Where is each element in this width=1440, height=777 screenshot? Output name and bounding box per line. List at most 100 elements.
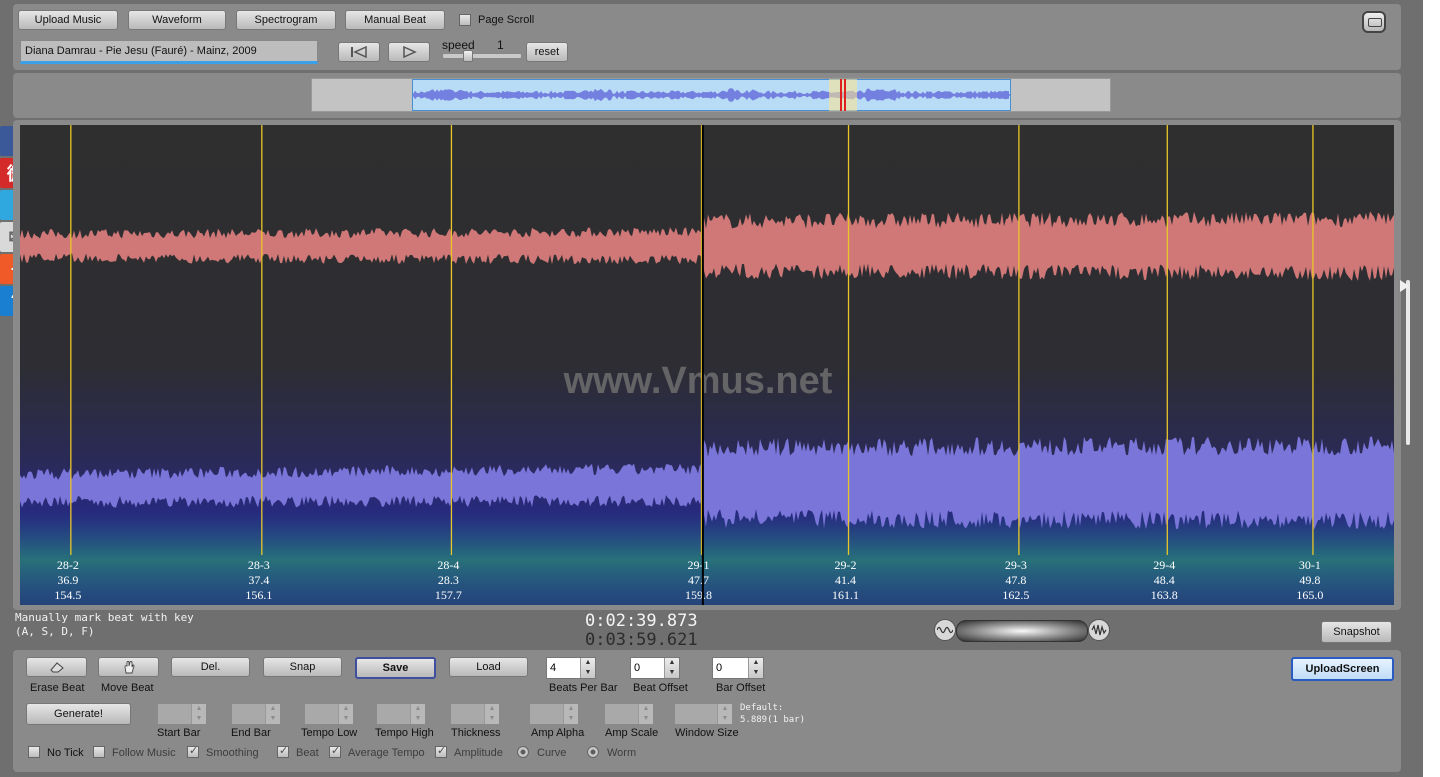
overview-waveform [413, 88, 1010, 102]
track-title: Diana Damrau - Pie Jesu (Fauré) - Mainz,… [25, 45, 257, 57]
viewer-scroll-handle-icon[interactable] [1400, 280, 1409, 292]
bar-offset-label: Bar Offset [716, 682, 766, 694]
move-beat-label: Move Beat [101, 682, 154, 694]
beat-tempo: 47.7 [688, 573, 709, 587]
amplitude-label: Amplitude [454, 747, 503, 759]
beat-tempo: 41.4 [835, 573, 856, 587]
thickness-label: Thickness [451, 727, 501, 739]
track-title-field[interactable]: Diana Damrau - Pie Jesu (Fauré) - Mainz,… [20, 40, 318, 64]
average-tempo-label: Average Tempo [348, 747, 425, 759]
beat-offset-label: Beat Offset [633, 682, 688, 694]
skip-start-icon [351, 46, 367, 58]
amp-scale-input[interactable]: ▲ ▼ [604, 703, 654, 725]
beat-time: 165.0 [1296, 588, 1323, 602]
curve-radio[interactable] [517, 746, 529, 758]
tempo-low-label: Tempo Low [301, 727, 358, 739]
end-bar-input[interactable]: ▲ ▼ [231, 703, 281, 725]
start-bar-label: Start Bar [157, 727, 201, 739]
volume-control[interactable] [934, 618, 1110, 642]
beat-time: 162.5 [1002, 588, 1029, 602]
hint-line-1: Manually mark beat with key [15, 611, 194, 624]
beat-tempo: 36.9 [57, 573, 78, 587]
beat-checkbox[interactable] [277, 744, 289, 758]
bar-offset-input[interactable]: 0 ▲ ▼ [712, 657, 764, 679]
move-beat-button[interactable] [98, 657, 159, 677]
manual-beat-button[interactable]: Manual Beat [345, 10, 445, 30]
amplitude-checkbox[interactable] [435, 744, 447, 758]
worm-radio[interactable] [587, 746, 599, 758]
amp-scale-label: Amp Scale [605, 727, 659, 739]
snap-button[interactable]: Snap [263, 657, 342, 677]
eraser-icon [49, 662, 64, 673]
beat-label: 29-4 [1153, 558, 1175, 572]
delete-button[interactable]: Del. [171, 657, 250, 677]
save-button[interactable]: Save [355, 657, 436, 679]
load-button[interactable]: Load [449, 657, 528, 677]
default-note-line-2: 5.889(1 bar) [740, 715, 806, 725]
beat-label: 28-4 [437, 558, 459, 572]
beat-label: 30-1 [1299, 558, 1321, 572]
speed-value: 1 [497, 38, 504, 52]
overview-track[interactable] [311, 78, 1111, 112]
no-tick-label: No Tick [47, 747, 84, 759]
beat-tempo: 49.8 [1299, 573, 1320, 587]
tempo-high-input[interactable]: ▲ ▼ [376, 703, 426, 725]
window-edge [1423, 0, 1440, 777]
generate-button[interactable]: Generate! [26, 703, 131, 725]
viewer-panel: www.Vmus.net 28-2 36.9 154.5 28-3 37.4 156.1 2… [13, 120, 1410, 610]
spectrogram-button[interactable]: Spectrogram [236, 10, 336, 30]
speed-slider[interactable] [442, 50, 522, 62]
follow-music-checkbox[interactable] [93, 746, 105, 758]
start-bar-input[interactable]: ▲ ▼ [157, 703, 207, 725]
erase-beat-button[interactable] [26, 657, 87, 677]
watermark: www.Vmus.net [563, 360, 833, 402]
overview-position-marker[interactable] [828, 79, 857, 111]
beat-time: 156.1 [245, 588, 272, 602]
hand-icon [124, 661, 134, 674]
beat-label: 29-3 [1005, 558, 1027, 572]
average-tempo-checkbox[interactable] [329, 744, 341, 758]
tempo-low-input[interactable]: ▲ ▼ [304, 703, 354, 725]
speed-slider-handle[interactable] [463, 50, 473, 62]
beat-time: 161.1 [832, 588, 859, 602]
play-icon [403, 46, 417, 58]
upload-screen-button[interactable]: UploadScreen [1291, 657, 1394, 681]
skip-to-start-button[interactable] [338, 42, 380, 62]
window-size-input[interactable]: ▲ ▼ [674, 703, 733, 725]
waveform-button[interactable]: Waveform [128, 10, 226, 30]
upload-music-button[interactable]: Upload Music [18, 10, 118, 30]
follow-music-label: Follow Music [112, 747, 176, 759]
beat-label: 28-2 [57, 558, 79, 572]
default-note-line-1: Default: [740, 703, 784, 713]
controls-panel: Erase Beat Move Beat Del. Snap Save Load… [13, 650, 1401, 772]
waveform-small-icon[interactable] [934, 619, 956, 641]
volume-slider[interactable] [956, 620, 1088, 642]
current-time: 0:02:39.873 [585, 611, 698, 631]
play-button[interactable] [388, 42, 430, 62]
beats-per-bar-input[interactable]: 4 ▲ ▼ [546, 657, 596, 679]
smoothing-checkbox[interactable] [187, 744, 199, 758]
beat-tempo: 48.4 [1154, 573, 1175, 587]
smoothing-label: Smoothing [206, 747, 259, 759]
end-bar-label: End Bar [231, 727, 271, 739]
beat-time: 163.8 [1151, 588, 1178, 602]
beats-per-bar-label: Beats Per Bar [549, 682, 618, 694]
thickness-input[interactable]: ▲ ▼ [450, 703, 500, 725]
no-tick-checkbox[interactable] [28, 746, 40, 758]
beat-time: 159.8 [685, 588, 712, 602]
beat-offset-input[interactable]: 0 ▲ ▼ [630, 657, 680, 679]
viewer-scrollbar[interactable] [1406, 280, 1410, 445]
curve-label: Curve [537, 747, 567, 759]
reset-button[interactable]: reset [526, 42, 568, 62]
overview-selection[interactable] [412, 79, 1011, 111]
spectrogram-view[interactable]: www.Vmus.net 28-236.9154.5 28-337.4156.1 2… [20, 125, 1394, 605]
waveform-large-icon[interactable] [1088, 619, 1110, 641]
tempo-high-label: Tempo High [375, 727, 434, 739]
overview-panel [13, 73, 1401, 118]
total-time: 0:03:59.621 [585, 630, 698, 650]
fullscreen-icon[interactable] [1362, 11, 1386, 33]
amp-alpha-input[interactable]: ▲ ▼ [529, 703, 579, 725]
page-scroll-checkbox[interactable] [459, 14, 471, 26]
snapshot-button[interactable]: Snapshot [1321, 621, 1392, 643]
erase-beat-label: Erase Beat [30, 682, 85, 694]
